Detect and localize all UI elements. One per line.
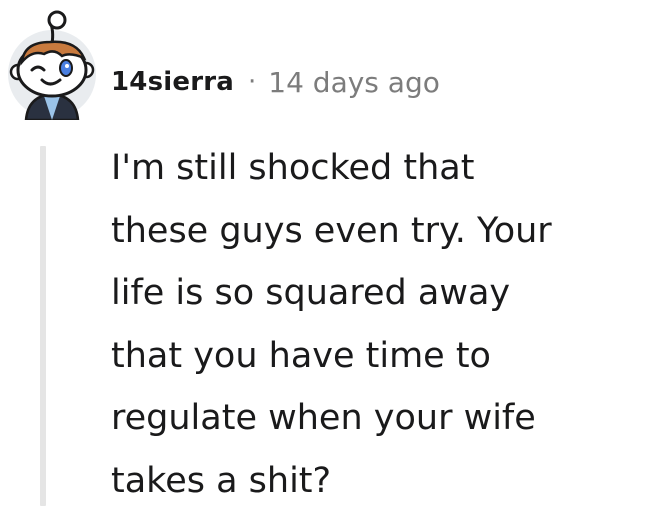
snoo-avatar-icon xyxy=(4,8,100,120)
comment-body-line: I'm still shocked that xyxy=(111,137,631,200)
comment-body-line: that you have time to xyxy=(111,325,631,388)
comment-body-line: life is so squared away xyxy=(111,262,631,325)
meta-separator: · xyxy=(248,67,256,97)
comment: 14sierra · 14 days ago I'm still shocked… xyxy=(0,0,648,506)
comment-body-line: takes a shit? xyxy=(111,450,631,512)
comment-body-line: these guys even try. Your xyxy=(111,200,631,263)
user-avatar[interactable] xyxy=(4,8,100,120)
thread-line[interactable] xyxy=(40,146,46,506)
comment-body-line: regulate when your wife xyxy=(111,387,631,450)
comment-header: 14sierra · 14 days ago xyxy=(111,62,440,102)
username-link[interactable]: 14sierra xyxy=(111,67,234,97)
comment-body: I'm still shocked that these guys even t… xyxy=(111,137,631,512)
comment-timestamp[interactable]: 14 days ago xyxy=(268,66,440,99)
